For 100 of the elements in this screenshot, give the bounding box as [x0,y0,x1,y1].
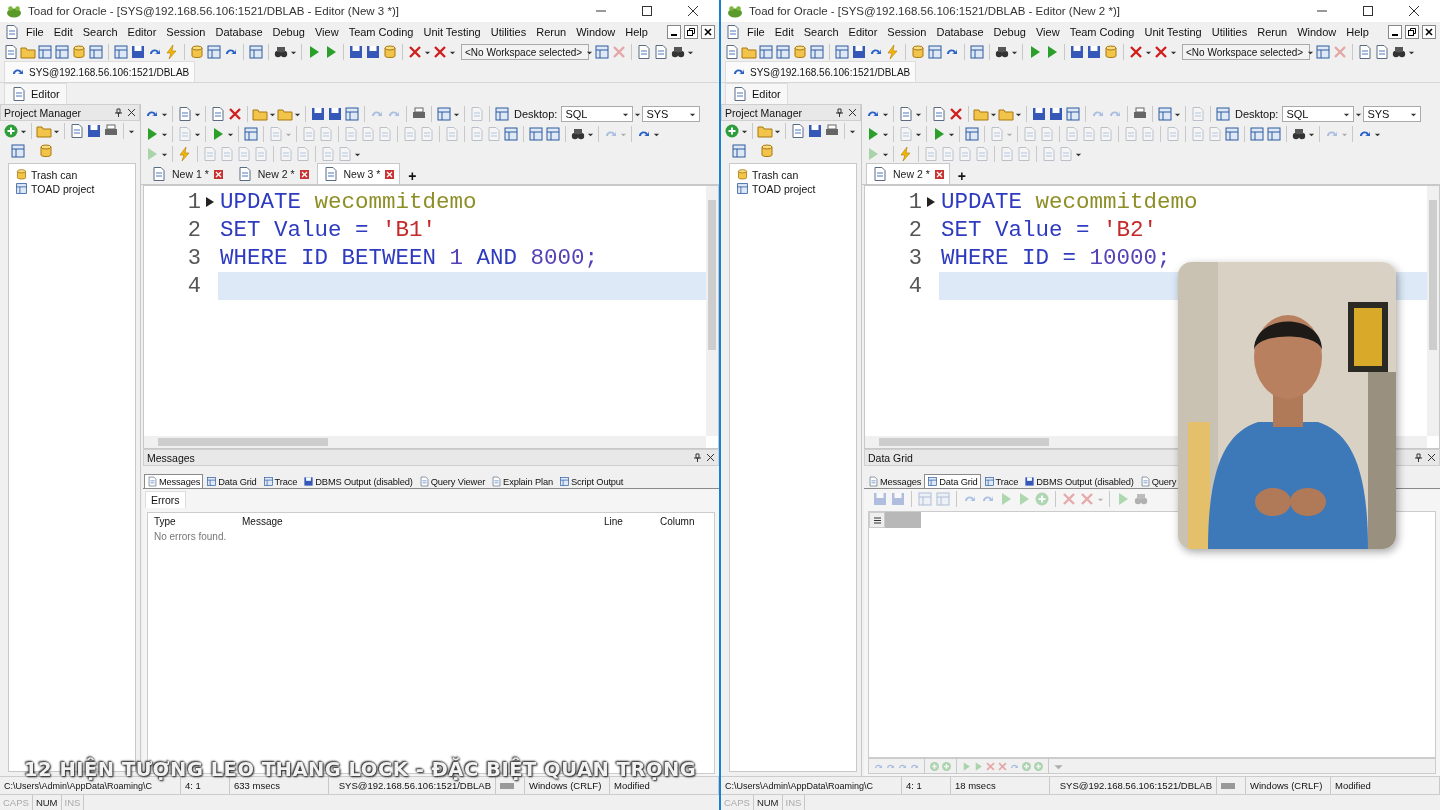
grid-icon[interactable] [1215,106,1231,122]
schema-dropdown[interactable]: SYS [1363,106,1422,122]
menu-item[interactable]: Team Coding [344,26,418,38]
menu-item[interactable]: Help [1342,26,1373,38]
page-icon[interactable] [790,123,806,139]
close-icon[interactable] [1422,25,1436,39]
binoculars-icon[interactable] [670,44,686,60]
panel-tab[interactable]: Query Viewer [415,474,489,488]
menu-item[interactable]: File [22,26,48,38]
pin-icon[interactable] [1414,453,1423,462]
tree-item[interactable]: Trash can [15,168,129,181]
grid-icon[interactable] [809,44,825,60]
maximize-icon[interactable] [641,5,653,17]
menu-item[interactable]: Debug [989,26,1030,38]
grid-icon[interactable] [731,143,747,159]
menu-item[interactable]: Database [211,26,267,38]
menu-item[interactable]: Team Coding [1065,26,1139,38]
panel-tab[interactable]: Trace [259,474,301,488]
menu-item[interactable]: Database [932,26,988,38]
cross-icon[interactable] [1153,44,1169,60]
cross-icon[interactable] [407,44,423,60]
database-icon[interactable] [1103,44,1119,60]
page-icon[interactable] [210,106,226,122]
scrollbar-thumb[interactable] [879,438,1049,446]
page-icon[interactable] [3,44,19,60]
grid-icon[interactable] [927,44,943,60]
database-icon[interactable] [189,44,205,60]
menu-item[interactable]: File [743,26,769,38]
document-tab[interactable]: New 2 * [230,163,315,184]
grid-icon[interactable] [545,126,561,142]
restore-icon[interactable] [684,25,698,39]
add-tab-button[interactable]: + [951,168,972,184]
grid-icon[interactable] [503,126,519,142]
grid-icon[interactable] [88,44,104,60]
tree-item[interactable]: Trash can [736,168,850,181]
menu-item[interactable]: Unit Testing [419,26,485,38]
menu-item[interactable]: Utilities [486,26,531,38]
panel-tab[interactable]: DBMS Output (disabled) [1021,474,1137,488]
document-tab[interactable]: New 3 * [316,163,401,184]
panel-tab[interactable]: Messages [865,474,925,488]
editor-tab[interactable]: Editor [4,82,67,105]
database-icon[interactable] [910,44,926,60]
close-icon[interactable] [706,453,715,462]
menu-item[interactable]: Window [1293,26,1341,38]
editor-tab[interactable]: Editor [725,82,788,105]
menu-item[interactable]: Rerun [532,26,571,38]
page-icon[interactable] [177,106,193,122]
page-icon[interactable] [69,123,85,139]
grid-icon[interactable] [775,44,791,60]
menu-item[interactable]: Edit [770,26,798,38]
pin-icon[interactable] [114,108,123,117]
binoculars-icon[interactable] [1391,44,1407,60]
database-icon[interactable] [71,44,87,60]
grid-icon[interactable] [10,143,26,159]
vertical-scrollbar[interactable] [706,186,718,436]
page-icon[interactable] [724,44,740,60]
maximize-icon[interactable] [1362,5,1374,17]
add-tab-button[interactable]: + [402,168,423,184]
close-icon[interactable] [1408,5,1420,17]
menu-item[interactable]: Edit [49,26,77,38]
page-icon[interactable] [653,44,669,60]
database-icon[interactable] [38,143,54,159]
scrollbar-thumb[interactable] [158,438,328,446]
close-icon[interactable] [687,5,699,17]
grid-icon[interactable] [243,126,259,142]
grid-icon[interactable] [528,126,544,142]
menu-item[interactable]: Session [883,26,931,38]
schema-dropdown[interactable]: SYS [642,106,701,122]
menu-item[interactable]: View [310,26,343,38]
grid-icon[interactable] [1157,106,1173,122]
menu-item[interactable]: Editor [844,26,882,38]
grid-icon[interactable] [964,126,980,142]
close-icon[interactable] [127,108,136,117]
tree-item[interactable]: TOAD project [736,182,850,195]
restore-icon[interactable] [1405,25,1419,39]
grid-icon[interactable] [1224,126,1240,142]
menu-item[interactable]: Help [621,26,652,38]
lightning-icon[interactable] [177,146,193,162]
grid-icon[interactable] [54,44,70,60]
close-icon[interactable] [701,25,715,39]
menu-item[interactable]: Session [162,26,210,38]
binoculars-icon[interactable] [1291,126,1307,142]
page-icon[interactable] [636,44,652,60]
grid-icon[interactable] [1315,44,1331,60]
menu-item[interactable]: View [1031,26,1064,38]
binoculars-icon[interactable] [570,126,586,142]
binoculars-icon[interactable] [273,44,289,60]
grid-icon[interactable] [1249,126,1265,142]
menu-item[interactable]: Window [572,26,620,38]
cross-icon[interactable] [227,106,243,122]
cross-icon[interactable] [948,106,964,122]
grid-icon[interactable] [248,44,264,60]
cross-icon[interactable] [1128,44,1144,60]
panel-tab[interactable]: Data Grid [203,474,260,488]
pin-icon[interactable] [693,453,702,462]
desktop-dropdown[interactable]: SQL [1282,106,1355,122]
menu-item[interactable]: Unit Testing [1140,26,1206,38]
page-icon[interactable] [1357,44,1373,60]
grid-icon[interactable] [758,44,774,60]
page-icon[interactable] [898,106,914,122]
